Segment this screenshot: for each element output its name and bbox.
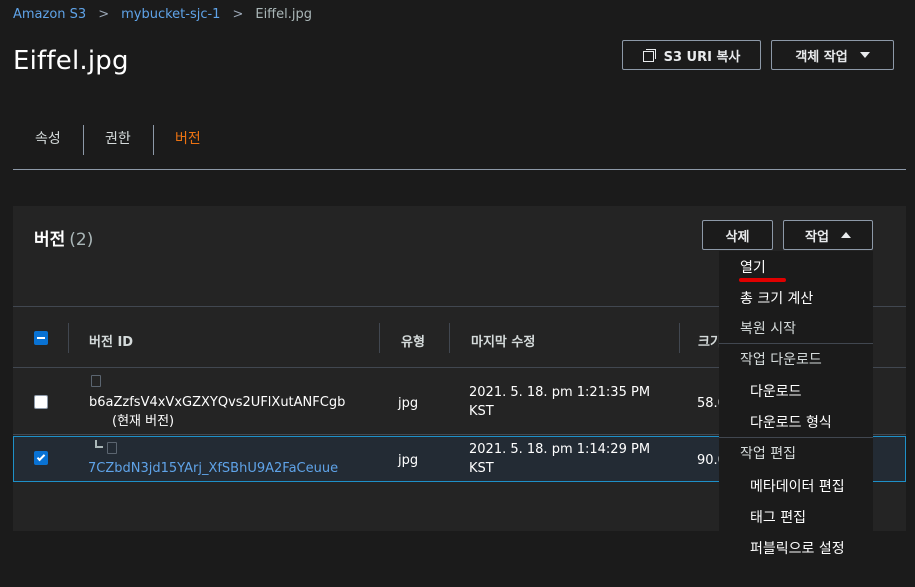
select-all-checkbox[interactable] (34, 331, 48, 345)
column-divider (679, 323, 680, 353)
chevron-right-icon: > (98, 7, 110, 22)
column-divider (379, 323, 380, 353)
row-checkbox[interactable] (34, 395, 48, 409)
row-checkbox-checked[interactable] (34, 451, 48, 465)
menu-item-open[interactable]: 열기 (719, 251, 873, 282)
menu-item-download[interactable]: 다운로드 (719, 375, 873, 406)
menu-item-download-as[interactable]: 다운로드 형식 (719, 406, 873, 437)
header-version-id[interactable]: 버전 ID (89, 331, 133, 350)
tab-divider (83, 125, 84, 155)
indeterminate-mark-icon (37, 337, 45, 339)
versions-count: (2) (69, 230, 94, 250)
version-id-link[interactable]: 7CZbdN3jd15YArj_XfSBhU9A2FaCeuue (88, 460, 338, 478)
chevron-right-icon: > (232, 7, 244, 22)
copy-s3-uri-label: S3 URI 복사 (663, 49, 741, 65)
menu-item-edit-tags[interactable]: 태그 편집 (719, 501, 873, 532)
column-divider (68, 323, 69, 353)
menu-group-edit-actions: 작업 편집 (740, 445, 796, 462)
header-last-modified[interactable]: 마지막 수정 (471, 331, 535, 350)
breadcrumb-current: Eiffel.jpg (255, 7, 312, 22)
column-divider (449, 323, 450, 353)
delete-label: 삭제 (725, 229, 750, 245)
breadcrumb-link-s3[interactable]: Amazon S3 (13, 7, 86, 22)
last-modified-tz: KST (469, 461, 494, 476)
caret-up-icon (840, 232, 851, 238)
page-title: Eiffel.jpg (13, 46, 129, 76)
delete-button[interactable]: 삭제 (702, 220, 773, 250)
actions-dropdown-menu: 열기 총 크기 계산 복원 시작 작업 다운로드 다운로드 다운로드 형식 작업… (719, 251, 873, 563)
copy-s3-uri-button[interactable]: S3 URI 복사 (622, 40, 761, 70)
menu-item-initiate-restore[interactable]: 복원 시작 (719, 312, 873, 343)
caret-down-icon (859, 52, 870, 58)
actions-label: 작업 (805, 229, 829, 245)
file-icon (107, 442, 117, 454)
tab-divider (153, 125, 154, 155)
actions-button[interactable]: 작업 (783, 220, 873, 250)
tree-branch-icon (95, 440, 103, 448)
last-modified-date: 2021. 5. 18. pm 1:21:35 PM (469, 385, 651, 400)
object-actions-label: 객체 작업 (795, 49, 848, 65)
current-version-note: (현재 버전) (112, 414, 175, 429)
file-icon (91, 375, 101, 387)
header-type[interactable]: 유형 (401, 331, 425, 350)
menu-group-download-actions: 작업 다운로드 (740, 351, 822, 368)
last-modified-date: 2021. 5. 18. pm 1:14:29 PM (469, 442, 651, 457)
version-id: b6aZzfsV4xVxGZXYQvs2UFlXutANFCgb (89, 395, 346, 410)
menu-item-make-public[interactable]: 퍼블릭으로 설정 (719, 532, 873, 563)
tab-bar: 속성 권한 버전 (13, 118, 906, 170)
copy-icon (642, 49, 656, 62)
tab-versions[interactable]: 버전 (175, 118, 201, 158)
breadcrumb: Amazon S3 > mybucket-sjc-1 > Eiffel.jpg (13, 7, 312, 22)
tab-permissions[interactable]: 권한 (105, 118, 131, 158)
last-modified-tz: KST (469, 404, 494, 419)
menu-item-edit-metadata[interactable]: 메타데이터 편집 (719, 470, 873, 501)
versions-panel-title: 버전 (2) (34, 225, 93, 250)
file-type: jpg (398, 453, 419, 468)
object-actions-button[interactable]: 객체 작업 (771, 40, 894, 70)
breadcrumb-link-bucket[interactable]: mybucket-sjc-1 (121, 7, 220, 22)
menu-item-calculate-size[interactable]: 총 크기 계산 (719, 282, 873, 313)
menu-item-open-label: 열기 (740, 259, 766, 276)
versions-title: 버전 (34, 230, 66, 250)
check-mark-icon (36, 452, 46, 462)
file-type: jpg (398, 396, 419, 411)
tab-properties[interactable]: 속성 (35, 118, 61, 158)
